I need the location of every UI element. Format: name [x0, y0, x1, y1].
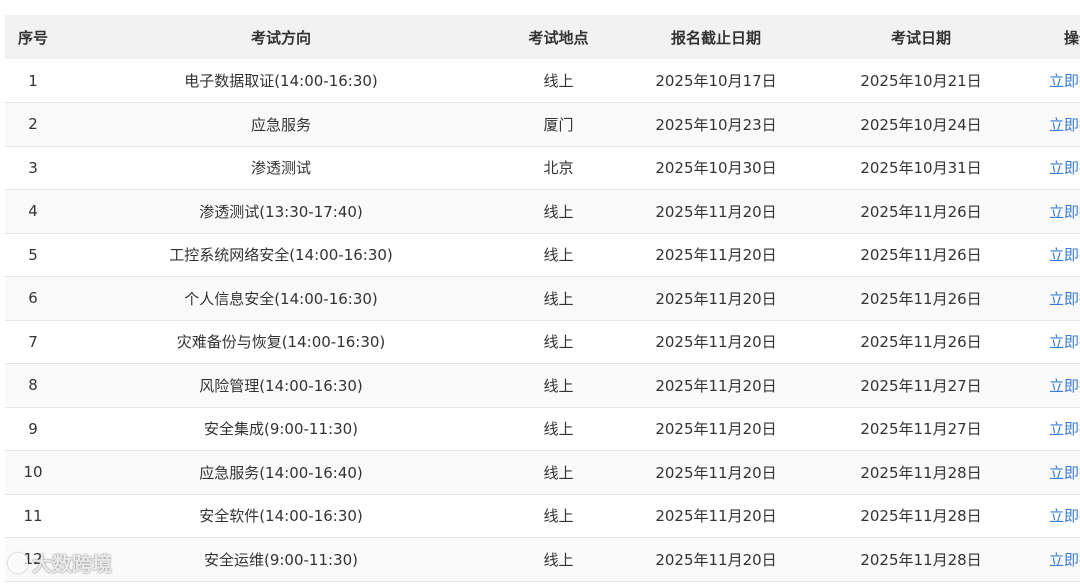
cell-location: 线上 — [543, 333, 574, 352]
cell-no: 6 — [28, 289, 38, 308]
cell-no: 2 — [28, 115, 38, 134]
register-link[interactable]: 立即报名 — [1026, 190, 1080, 234]
cell-location: 线上 — [543, 463, 574, 482]
table-row: 7 灾难备份与恢复(14:00-16:30) 线上 2025年11月20日 20… — [5, 320, 1080, 364]
table-row: 3 渗透测试 北京 2025年10月30日 2025年10月31日 立即报名 — [5, 146, 1080, 190]
cell-direction: 工控系统网络安全(14:00-16:30) — [169, 246, 393, 265]
cell-deadline: 2025年11月20日 — [655, 289, 777, 308]
cell-location: 线上 — [543, 420, 574, 439]
cell-deadline: 2025年11月20日 — [655, 333, 777, 352]
table-row: 8 风险管理(14:00-16:30) 线上 2025年11月20日 2025年… — [5, 363, 1080, 408]
cell-location: 线上 — [543, 507, 574, 526]
table-row: 12 安全运维(9:00-11:30) 线上 2025年11月20日 2025年… — [5, 537, 1080, 582]
cell-no: 7 — [28, 332, 38, 351]
table-row: 11 安全软件(14:00-16:30) 线上 2025年11月20日 2025… — [5, 494, 1080, 538]
exam-schedule: 序号 考试方向 考试地点 报名截止日期 考试日期 操作 1 电子数据取证(14:… — [5, 15, 1080, 582]
cell-deadline: 2025年10月17日 — [655, 72, 777, 90]
cell-exam-date: 2025年11月28日 — [860, 507, 982, 526]
cell-no: 10 — [23, 463, 43, 482]
register-link[interactable]: 立即报名 — [1026, 277, 1080, 321]
cell-no: 11 — [23, 506, 43, 525]
register-link[interactable]: 立即报名 — [1026, 364, 1080, 408]
cell-no: 9 — [28, 419, 38, 438]
register-link[interactable]: 立即报名 — [1026, 320, 1080, 364]
cell-location: 线上 — [543, 202, 574, 221]
cell-direction: 电子数据取证(14:00-16:30) — [184, 72, 378, 90]
register-link[interactable]: 立即报名 — [1026, 233, 1080, 277]
cell-no: 4 — [28, 202, 38, 221]
cell-location: 线上 — [543, 72, 574, 90]
cell-deadline: 2025年11月20日 — [655, 463, 777, 482]
table-row: 9 安全集成(9:00-11:30) 线上 2025年11月20日 2025年1… — [5, 407, 1080, 451]
cell-direction: 风险管理(14:00-16:30) — [199, 376, 363, 395]
table-row: 10 应急服务(14:00-16:40) 线上 2025年11月20日 2025… — [5, 450, 1080, 495]
exam-table: 序号 考试方向 考试地点 报名截止日期 考试日期 操作 1 电子数据取证(14:… — [5, 15, 1080, 582]
table-row: 1 电子数据取证(14:00-16:30) 线上 2025年10月17日 202… — [5, 59, 1080, 103]
register-link[interactable]: 立即报名 — [1026, 146, 1080, 190]
cell-exam-date: 2025年11月27日 — [860, 376, 982, 395]
cell-direction: 渗透测试 — [250, 159, 311, 178]
cell-deadline: 2025年11月20日 — [655, 550, 777, 569]
header-action: 操作 — [1063, 28, 1080, 47]
cell-exam-date: 2025年11月28日 — [860, 463, 982, 482]
cell-direction: 安全集成(9:00-11:30) — [203, 420, 359, 439]
cell-deadline: 2025年10月30日 — [655, 159, 777, 178]
cell-deadline: 2025年11月20日 — [655, 202, 777, 221]
cell-direction: 应急服务(14:00-16:40) — [199, 463, 363, 482]
cell-location: 北京 — [543, 159, 574, 178]
table-header-row: 序号 考试方向 考试地点 报名截止日期 考试日期 操作 — [5, 15, 1080, 59]
header-location: 考试地点 — [528, 28, 589, 47]
table-row: 2 应急服务 厦门 2025年10月23日 2025年10月24日 立即报名 — [5, 102, 1080, 147]
header-direction: 考试方向 — [250, 28, 311, 47]
cell-location: 线上 — [543, 376, 574, 395]
cell-direction: 应急服务 — [250, 115, 311, 134]
cell-direction: 安全软件(14:00-16:30) — [199, 507, 363, 526]
cell-deadline: 2025年11月20日 — [655, 420, 777, 439]
table-row: 5 工控系统网络安全(14:00-16:30) 线上 2025年11月20日 2… — [5, 233, 1080, 277]
cell-location: 线上 — [543, 289, 574, 308]
header-exam-date: 考试日期 — [890, 28, 951, 47]
cell-no: 8 — [28, 376, 38, 395]
cell-deadline: 2025年11月20日 — [655, 507, 777, 526]
cell-deadline: 2025年11月20日 — [655, 246, 777, 265]
register-link[interactable]: 立即报名 — [1026, 59, 1080, 103]
cell-direction: 灾难备份与恢复(14:00-16:30) — [176, 333, 386, 352]
table-row: 4 渗透测试(13:30-17:40) 线上 2025年11月20日 2025年… — [5, 189, 1080, 234]
cell-no: 1 — [28, 71, 38, 90]
cell-exam-date: 2025年11月26日 — [860, 333, 982, 352]
cell-location: 厦门 — [543, 115, 574, 134]
cell-exam-date: 2025年11月27日 — [860, 420, 982, 439]
cell-no: 12 — [23, 550, 43, 569]
header-no: 序号 — [17, 28, 48, 47]
cell-exam-date: 2025年11月26日 — [860, 202, 982, 221]
table-row: 6 个人信息安全(14:00-16:30) 线上 2025年11月20日 202… — [5, 276, 1080, 321]
cell-exam-date: 2025年11月26日 — [860, 246, 982, 265]
table-body: 1 电子数据取证(14:00-16:30) 线上 2025年10月17日 202… — [5, 59, 1080, 581]
cell-exam-date: 2025年10月31日 — [860, 159, 982, 178]
register-link[interactable]: 立即报名 — [1026, 451, 1080, 495]
cell-location: 线上 — [543, 550, 574, 569]
register-link[interactable]: 立即报名 — [1026, 407, 1080, 451]
cell-exam-date: 2025年10月21日 — [860, 72, 982, 90]
cell-exam-date: 2025年11月28日 — [860, 550, 982, 569]
register-link[interactable]: 立即报名 — [1026, 494, 1080, 538]
cell-no: 3 — [28, 158, 38, 177]
cell-no: 5 — [28, 245, 38, 264]
cell-deadline: 2025年11月20日 — [655, 376, 777, 395]
header-deadline: 报名截止日期 — [670, 28, 761, 47]
cell-location: 线上 — [543, 246, 574, 265]
cell-exam-date: 2025年11月26日 — [860, 289, 982, 308]
cell-direction: 安全运维(9:00-11:30) — [203, 550, 359, 569]
register-link[interactable]: 立即报名 — [1026, 103, 1080, 147]
cell-direction: 渗透测试(13:30-17:40) — [199, 202, 363, 221]
cell-exam-date: 2025年10月24日 — [860, 115, 982, 134]
register-link[interactable]: 立即报名 — [1026, 538, 1080, 582]
cell-direction: 个人信息安全(14:00-16:30) — [184, 289, 378, 308]
cell-deadline: 2025年10月23日 — [655, 115, 777, 134]
